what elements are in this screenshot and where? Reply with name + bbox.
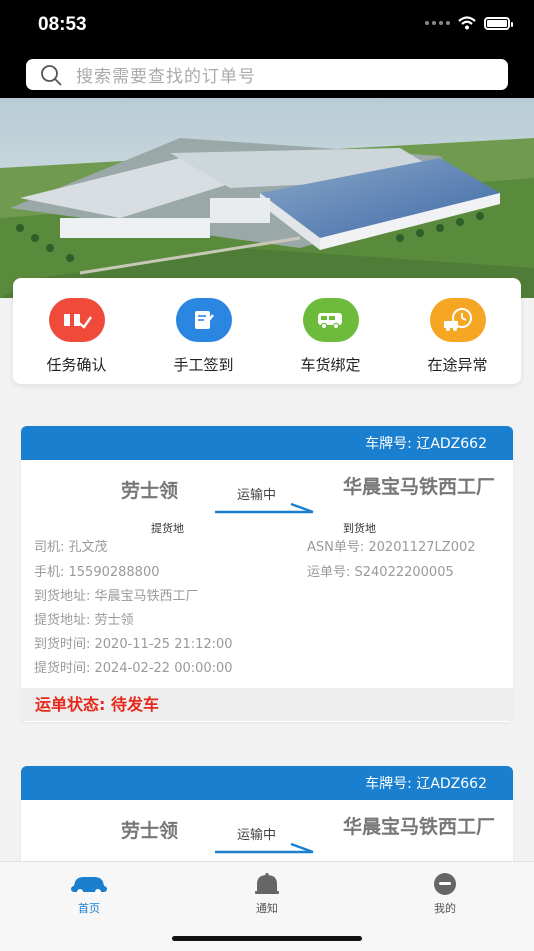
tab-label: 首页 [78, 902, 100, 915]
driver-phone[interactable]: 手机: 15590288800 [34, 561, 160, 580]
search-input[interactable]: 搜索需要查找的订单号 [76, 62, 256, 87]
sign-in-icon [175, 298, 232, 342]
signal-icon [425, 21, 450, 25]
factory-banner [0, 98, 534, 298]
order-card[interactable]: 车牌号: 辽ADZ662 劳士领 运输中 华晨宝马铁西工厂 [21, 766, 513, 876]
order-details: 司机: 孔文茂 ASN单号: 20201127LZ002 手机: 1559028… [21, 540, 513, 688]
tab-label: 我的 [434, 902, 456, 915]
search-icon [41, 64, 62, 85]
quick-action-manual-signin[interactable]: 手工签到 [140, 278, 267, 384]
pickup-address: 提货地址: 劳士领 [34, 613, 134, 628]
quick-action-bind-cargo[interactable]: 车货绑定 [267, 278, 394, 384]
destination-address: 到货地址: 华晨宝马铁西工厂 [34, 589, 199, 604]
destination-name: 华晨宝马铁西工厂 [343, 476, 496, 498]
quick-action-task-confirm[interactable]: 任务确认 [13, 278, 140, 384]
route-section: 劳士领 提货地 运输中 华晨宝马铁西工厂 到货地 [21, 460, 513, 540]
waybill-number: 运单号: S24022200005 [307, 565, 454, 580]
origin-name: 劳士领 [121, 480, 179, 502]
battery-icon [484, 16, 513, 30]
tab-profile[interactable]: 我的 [385, 872, 505, 916]
tab-label: 通知 [256, 902, 278, 915]
asn-number: ASN单号: 20201127LZ002 [307, 540, 476, 555]
quick-actions-panel: 任务确认 手工签到 车货绑定 在途异常 [13, 278, 521, 384]
wifi-icon [458, 16, 476, 30]
home-indicator[interactable] [172, 936, 362, 941]
status-bar: 08:53 [0, 0, 534, 52]
status-time: 08:53 [38, 14, 87, 35]
quick-action-transit-exception[interactable]: 在途异常 [394, 278, 521, 384]
pickup-time: 提货时间: 2024-02-22 00:00:00 [34, 661, 233, 676]
tab-notifications[interactable]: 通知 [207, 872, 327, 916]
quick-action-label: 任务确认 [46, 356, 107, 374]
quick-action-label: 手工签到 [173, 356, 234, 374]
driver-name: 司机: 孔文茂 [34, 540, 108, 555]
bell-icon [255, 872, 279, 894]
route-arrow-icon [215, 502, 314, 514]
arrival-time: 到货时间: 2020-11-25 21:12:00 [34, 637, 233, 652]
car-icon [71, 877, 107, 895]
package-confirm-icon [48, 298, 105, 342]
plate-number: 车牌号: 辽ADZ662 [21, 426, 513, 460]
transit-status: 运输中 [237, 488, 277, 503]
destination-label: 到货地 [343, 522, 376, 535]
order-status: 运单状态: 待发车 [21, 688, 513, 721]
profile-icon [434, 873, 456, 895]
status-icons [425, 16, 513, 30]
truck-clock-icon [429, 298, 486, 342]
quick-action-label: 车货绑定 [300, 356, 361, 374]
tab-home[interactable]: 首页 [29, 872, 149, 916]
quick-action-label: 在途异常 [427, 356, 488, 374]
plate-number: 车牌号: 辽ADZ662 [21, 766, 513, 800]
origin-name: 劳士领 [121, 820, 179, 842]
route-arrow-icon [215, 842, 314, 854]
order-card[interactable]: 车牌号: 辽ADZ662 劳士领 提货地 运输中 华晨宝马铁西工厂 到货地 司机… [21, 426, 513, 722]
search-bar[interactable]: 搜索需要查找的订单号 [26, 59, 508, 90]
van-icon [302, 298, 359, 342]
origin-label: 提货地 [151, 522, 184, 535]
destination-name: 华晨宝马铁西工厂 [343, 816, 496, 838]
transit-status: 运输中 [237, 828, 277, 843]
